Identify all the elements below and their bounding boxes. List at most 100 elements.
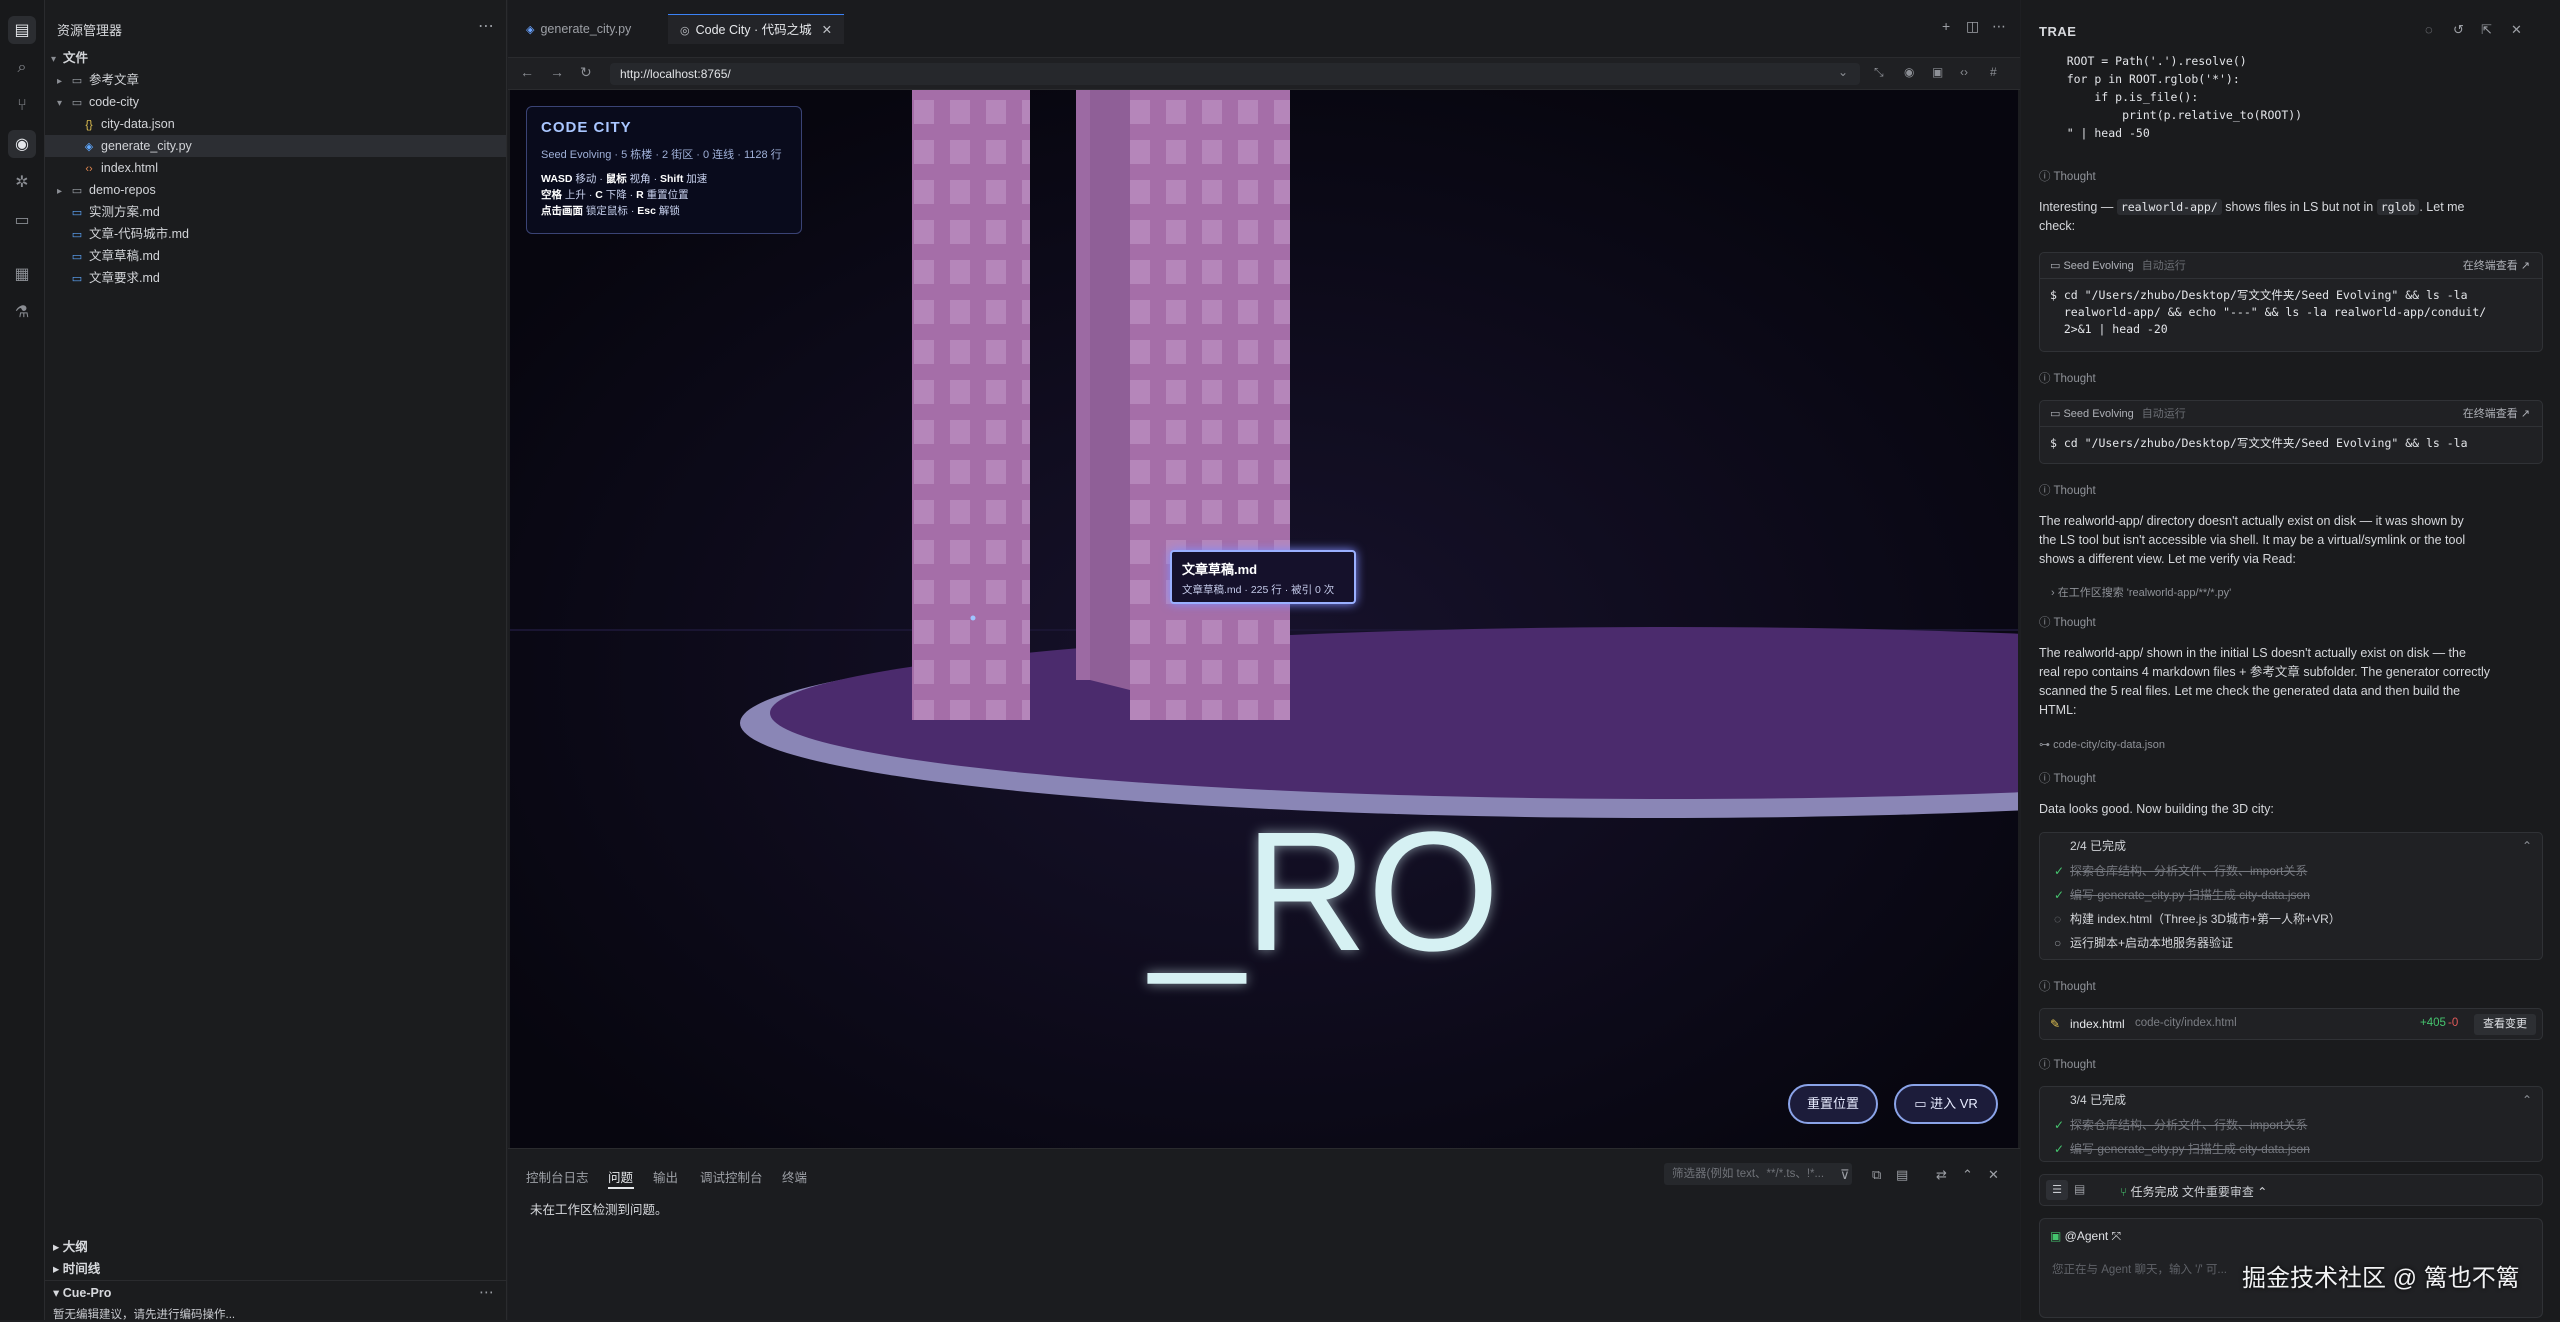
chat-input[interactable]: 您正在与 Agent 聊天，输入 '/' 可... — [2052, 1261, 2227, 1277]
thought-label[interactable]: ⓘ Thought — [2039, 1056, 2096, 1072]
close-icon[interactable]: ✕ — [2511, 22, 2522, 38]
tree-item[interactable]: ▭ 文章要求.md — [45, 267, 506, 289]
key: WASD — [541, 173, 573, 185]
thought-label[interactable]: ⓘ Thought — [2039, 770, 2096, 786]
cue-section[interactable]: ▾ Cue-Pro — [53, 1285, 111, 1300]
back-icon[interactable]: ← — [520, 64, 534, 80]
reload-icon[interactable]: ↻ — [580, 64, 592, 81]
tree-item[interactable]: {} city-data.json — [45, 113, 506, 135]
view-as-table-icon[interactable]: ▤ — [1896, 1167, 1908, 1183]
task-status[interactable]: ⑂ 任务完成 文件重要审查 ⌃ — [2120, 1183, 2267, 1200]
chevron-right-icon: ▸ — [53, 1262, 63, 1276]
tab-code-city-preview[interactable]: ◎ Code City · 代码之城 ✕ — [668, 14, 845, 44]
thought-label[interactable]: ⓘ Thought — [2039, 978, 2096, 994]
source-control-icon[interactable]: ⑂ — [8, 92, 36, 120]
new-chat-icon[interactable]: ◌ — [2425, 22, 2433, 37]
screenshot-icon[interactable]: ▣ — [1932, 65, 1943, 79]
panel-tab-debug-console[interactable]: 调试控制台 — [700, 1167, 763, 1186]
workspace-search-step[interactable]: › 在工作区搜索 'realworld-app/**/*.py' — [2051, 584, 2231, 600]
run-mode[interactable]: 自动运行 — [2142, 408, 2186, 420]
tree-item[interactable]: ▭ 文章草稿.md — [45, 245, 506, 267]
list-icon[interactable]: ☰ — [2046, 1180, 2068, 1200]
chat-title: TRAE — [2039, 24, 2077, 39]
enter-vr-button[interactable]: ▭ 进入 VR — [1894, 1084, 1998, 1124]
building-article-draft[interactable] — [912, 90, 1030, 720]
thought-label[interactable]: ⓘ Thought — [2039, 614, 2096, 630]
thought-label[interactable]: ⓘ Thought — [2039, 370, 2096, 386]
tree-item-label: city-data.json — [101, 117, 175, 131]
url-bar[interactable]: http://localhost:8765/ — [610, 63, 1860, 85]
split-editor-icon[interactable]: ◫ — [1966, 18, 1979, 35]
tree-item[interactable]: ‹› index.html — [45, 157, 506, 179]
tree-item[interactable]: ▭ 实测方案.md — [45, 201, 506, 223]
lightbulb-icon: ⓘ — [2039, 773, 2054, 785]
search-icon[interactable]: ⌕ — [8, 54, 36, 82]
tree-item[interactable]: ▸ ▭ demo-repos — [45, 179, 506, 201]
thought-label[interactable]: ⓘ Thought — [2039, 168, 2096, 184]
document-icon[interactable]: ▤ — [2074, 1182, 2085, 1196]
debug-icon[interactable]: ✲ — [8, 168, 36, 196]
outline-section[interactable]: ▸ 大纲 — [53, 1236, 88, 1255]
more-icon[interactable]: ⋯ — [479, 1283, 494, 1301]
tree-item-selected[interactable]: ◈ generate_city.py — [45, 135, 506, 157]
thought-label[interactable]: ⓘ Thought — [2039, 482, 2096, 498]
city-canvas[interactable]: _RO _RO — [510, 90, 2018, 1148]
panel-tab-terminal[interactable]: 终端 — [782, 1167, 807, 1186]
building[interactable] — [1130, 90, 1290, 720]
add-icon[interactable]: + — [1942, 18, 1950, 34]
task-review-link[interactable]: 文件重要审查 — [2182, 1185, 2254, 1199]
file-change-card[interactable]: ✎ index.html code-city/index.html +405 -… — [2039, 1008, 2543, 1040]
collapse-all-icon[interactable]: ⧉ — [1872, 1167, 1881, 1183]
panel-tab-output[interactable]: 输出 — [653, 1167, 678, 1186]
markdown-file-icon: ▭ — [71, 251, 83, 263]
open-in-terminal-link[interactable]: 在终端查看 ↗ — [2463, 401, 2530, 427]
todo-header[interactable]: 3/4 已完成 ⌃ — [2040, 1087, 2542, 1113]
tree-item[interactable]: ▭ 文章-代码城市.md — [45, 223, 506, 245]
tree-root[interactable]: ▾ 文件 — [45, 47, 506, 69]
collapse-icon[interactable]: ⌃ — [2522, 1087, 2532, 1113]
open-in-terminal-link[interactable]: 在终端查看 ↗ — [2463, 253, 2530, 279]
tree-item-label: demo-repos — [89, 183, 156, 197]
more-icon[interactable]: ⋯ — [478, 16, 494, 36]
toggle-layout-icon[interactable]: ⇄ — [1936, 1167, 1947, 1183]
more-icon[interactable]: ⋯ — [1992, 18, 2006, 35]
message-text: . Let me — [2419, 200, 2465, 214]
agent-selector[interactable]: ▣ @Agent ⤧ — [2050, 1229, 2121, 1244]
bottom-panel: 控制台日志 问题 输出 调试控制台 终端 筛选器(例如 text、**/*.ts… — [508, 1148, 2020, 1320]
close-icon[interactable]: ✕ — [822, 23, 832, 37]
todo-header[interactable]: 2/4 已完成 ⌃ — [2040, 833, 2542, 859]
test-icon[interactable]: ⚗ — [8, 298, 36, 326]
tree-item[interactable]: ▾ ▭ code-city — [45, 91, 506, 113]
filter-icon[interactable]: ⊽ — [1840, 1167, 1850, 1183]
collapse-icon[interactable]: ⌃ — [2522, 833, 2532, 859]
history-icon[interactable]: ↺ — [2453, 22, 2464, 38]
reset-position-button[interactable]: 重置位置 — [1788, 1084, 1878, 1124]
record-icon[interactable]: ◉ — [1904, 65, 1914, 79]
files-icon[interactable]: ▤ — [8, 16, 36, 44]
problems-filter-input[interactable]: 筛选器(例如 text、**/*.ts、!*... — [1664, 1163, 1852, 1185]
key: 鼠标 — [605, 173, 627, 185]
timeline-section[interactable]: ▸ 时间线 — [53, 1258, 100, 1277]
remote-icon[interactable]: ▭ — [8, 206, 36, 234]
grid-icon[interactable]: # — [1990, 65, 1997, 79]
tree-item[interactable]: ▸ ▭ 参考文章 — [45, 69, 506, 91]
file-reference[interactable]: ⊶ code-city/city-data.json — [2039, 738, 2165, 751]
run-mode[interactable]: 自动运行 — [2142, 260, 2186, 272]
webview-3d-scene[interactable]: _RO _RO CODE CITY Seed Evolving · 5 栋楼 ·… — [510, 90, 2018, 1148]
tab-generate-city[interactable]: ◈ generate_city.py — [514, 14, 643, 44]
pop-out-icon[interactable]: ⇱ — [2481, 22, 2492, 38]
devtools-icon[interactable]: ‹› — [1960, 65, 1968, 79]
tree-item-label: 文章-代码城市.md — [89, 227, 190, 241]
forward-icon[interactable]: → — [550, 64, 564, 80]
panel-tab-problems[interactable]: 问题 — [608, 1167, 633, 1186]
chevron-up-icon[interactable]: ⌃ — [1962, 1167, 1973, 1183]
todo-text: 编写 generate_city.py 扫描生成 city-data.json — [2070, 1142, 2310, 1156]
view-changes-button[interactable]: 查看变更 — [2474, 1014, 2536, 1035]
python-file-icon: ◈ — [526, 24, 535, 36]
preview-icon[interactable]: ◉ — [8, 130, 36, 158]
panel-tab-console-log[interactable]: 控制台日志 — [526, 1167, 589, 1186]
close-icon[interactable]: ✕ — [1988, 1167, 1999, 1183]
extensions-icon[interactable]: ▦ — [8, 260, 36, 288]
chevron-down-icon[interactable]: ⌄ — [1838, 65, 1848, 79]
cursor-icon[interactable]: ⤡ — [1874, 65, 1884, 80]
